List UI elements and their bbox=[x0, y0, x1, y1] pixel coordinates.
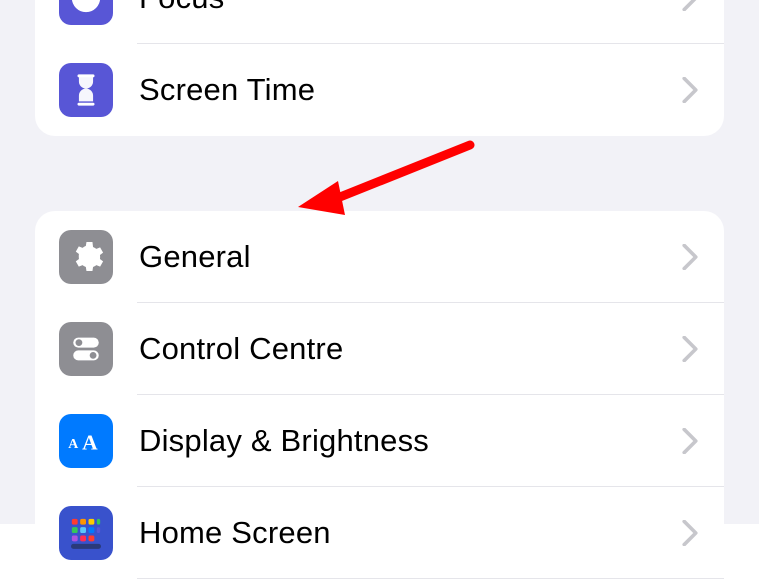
svg-text:A: A bbox=[82, 430, 98, 453]
controlcentre-icon bbox=[59, 322, 113, 376]
homescreen-icon bbox=[59, 506, 113, 560]
focus-label: Focus bbox=[139, 0, 682, 16]
row-focus[interactable]: Focus bbox=[35, 0, 724, 44]
chevron-right-icon bbox=[682, 520, 698, 546]
row-general[interactable]: General bbox=[35, 211, 724, 303]
settings-group-2: General Control Centre bbox=[35, 211, 724, 579]
general-label: General bbox=[139, 239, 682, 275]
row-screen-time[interactable]: Screen Time bbox=[35, 44, 724, 136]
chevron-right-icon bbox=[682, 0, 698, 11]
display-icon: A A bbox=[59, 414, 113, 468]
screen-time-label: Screen Time bbox=[139, 72, 682, 108]
display-brightness-label: Display & Brightness bbox=[139, 423, 682, 459]
chevron-right-icon bbox=[682, 336, 698, 362]
settings-screen: Focus Screen Time bbox=[0, 0, 759, 524]
home-screen-label: Home Screen bbox=[139, 515, 682, 551]
row-home-screen[interactable]: Home Screen bbox=[35, 487, 724, 579]
settings-group-1: Focus Screen Time bbox=[35, 0, 724, 136]
general-icon bbox=[59, 230, 113, 284]
svg-text:A: A bbox=[68, 436, 78, 451]
control-centre-label: Control Centre bbox=[139, 331, 682, 367]
row-control-centre[interactable]: Control Centre bbox=[35, 303, 724, 395]
chevron-right-icon bbox=[682, 244, 698, 270]
chevron-right-icon bbox=[682, 428, 698, 454]
row-display-brightness[interactable]: A A Display & Brightness bbox=[35, 395, 724, 487]
focus-icon bbox=[59, 0, 113, 25]
screentime-icon bbox=[59, 63, 113, 117]
chevron-right-icon bbox=[682, 77, 698, 103]
